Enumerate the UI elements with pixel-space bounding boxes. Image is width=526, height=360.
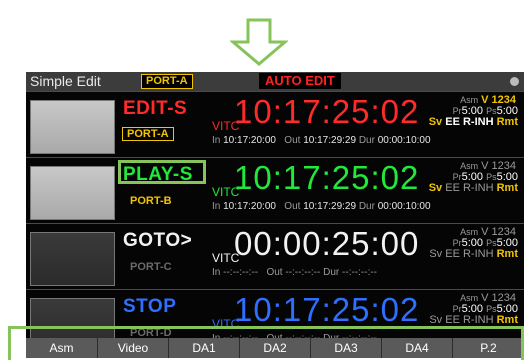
in-label: In: [212, 135, 221, 146]
auto-edit-indicator: AUTO EDIT: [259, 73, 341, 89]
status-dot-icon: [510, 77, 519, 86]
pr-label: Pr: [452, 304, 462, 314]
screen-title: Simple Edit: [30, 73, 101, 89]
rinh-flag: R-INH: [462, 182, 494, 194]
channel-row-b[interactable]: PLAY-S PORT-B VITC 10:17:25:02 In 10:17:…: [26, 157, 524, 224]
in-label: In: [212, 201, 221, 212]
ee-flag: EE: [445, 116, 460, 128]
status-block: Asm V 1234 Pr5:00 Ps5:00 Sv EE R-INH Rmt: [420, 161, 520, 194]
video-thumbnail: [30, 100, 115, 154]
asm-label: Asm: [460, 293, 479, 303]
rmt-flag: Rmt: [496, 314, 518, 326]
dur-value: 00:00:10:00: [377, 135, 431, 146]
out-label: Out: [284, 201, 301, 212]
video-thumbnail: [30, 166, 115, 220]
in-out-dur: In 10:17:20:00 Out 10:17:29:29 Dur 00:00…: [212, 135, 431, 146]
channel-mode: GOTO>: [123, 230, 193, 251]
timecode: 10:17:25:02: [234, 93, 420, 130]
port-highlight-box: [118, 160, 206, 184]
asm-label: Asm: [460, 227, 479, 237]
sv-flag: Sv: [428, 182, 443, 194]
dur-label: Dur: [358, 201, 375, 212]
rinh-flag: R-INH: [462, 248, 494, 260]
sv-flag: Sv: [428, 116, 443, 128]
channel-mode: EDIT-S: [123, 98, 188, 119]
in-out-dur: In --:--:--:-- Out --:--:--:-- Dur --:--…: [212, 267, 377, 278]
top-bar: Simple Edit PORT-A AUTO EDIT: [26, 72, 524, 91]
channel-port: PORT-B: [130, 195, 172, 207]
timecode: 00:00:25:00: [234, 225, 420, 262]
ps-label: Ps: [486, 238, 497, 248]
in-label: In: [212, 267, 221, 278]
status-block: Asm V 1234 Pr5:00 Ps5:00 Sv EE R-INH Rmt: [420, 227, 520, 260]
out-value: --:--:--:--: [285, 267, 321, 278]
channel-port: PORT-A: [122, 127, 174, 141]
in-value: 10:17:20:00: [223, 135, 276, 146]
active-port-tag: PORT-A: [141, 74, 193, 89]
rinh-flag: R-INH: [462, 116, 494, 128]
video-thumbnail: [30, 232, 115, 286]
out-label: Out: [284, 135, 301, 146]
ee-flag: EE: [445, 182, 460, 194]
dur-value: --:--:--:--: [342, 267, 378, 278]
ee-flag: EE: [445, 248, 460, 260]
dur-value: 00:00:10:00: [377, 201, 431, 212]
sv-flag: Sv: [429, 314, 443, 326]
sv-flag: Sv: [429, 248, 443, 260]
rmt-flag: Rmt: [496, 182, 518, 194]
pr-label: Pr: [452, 172, 462, 182]
pr-label: Pr: [452, 106, 462, 116]
status-block: Asm V 1234 Pr5:00 Ps5:00 Sv EE R-INH Rmt: [420, 95, 520, 128]
channel-mode: STOP: [123, 296, 177, 317]
in-out-dur: In 10:17:20:00 Out 10:17:29:29 Dur 00:00…: [212, 201, 431, 212]
in-value: --:--:--:--: [223, 267, 259, 278]
rmt-flag: Rmt: [496, 248, 518, 260]
channel-row-c[interactable]: GOTO> PORT-C VITC 00:00:25:00 In --:--:-…: [26, 223, 524, 290]
out-value: 10:17:29:29: [303, 135, 357, 146]
dur-label: Dur: [358, 135, 375, 146]
in-value: 10:17:20:00: [223, 201, 276, 212]
dur-label: Dur: [323, 267, 340, 278]
edit-screen: Simple Edit PORT-A AUTO EDIT EDIT-S PORT…: [26, 72, 524, 358]
channel-row-a[interactable]: EDIT-S PORT-A VITC 10:17:25:02 In 10:17:…: [26, 91, 524, 158]
asm-label: Asm: [460, 161, 479, 171]
ps-label: Ps: [486, 304, 497, 314]
rmt-flag: Rmt: [496, 116, 518, 128]
rinh-flag: R-INH: [462, 314, 494, 326]
asm-label: Asm: [460, 95, 479, 105]
softkey-highlight-box: [8, 326, 524, 360]
ps-label: Ps: [486, 172, 497, 182]
ps-label: Ps: [486, 106, 497, 116]
timecode: 10:17:25:02: [234, 291, 420, 328]
down-arrow-icon: [230, 18, 288, 66]
status-block: Asm V 1234 Pr5:00 Ps5:00 Sv EE R-INH Rmt: [420, 293, 520, 326]
out-label: Out: [266, 267, 283, 278]
ee-flag: EE: [445, 314, 460, 326]
pr-label: Pr: [452, 238, 462, 248]
out-value: 10:17:29:29: [303, 201, 357, 212]
channel-port: PORT-C: [130, 261, 172, 273]
timecode: 10:17:25:02: [234, 159, 420, 196]
